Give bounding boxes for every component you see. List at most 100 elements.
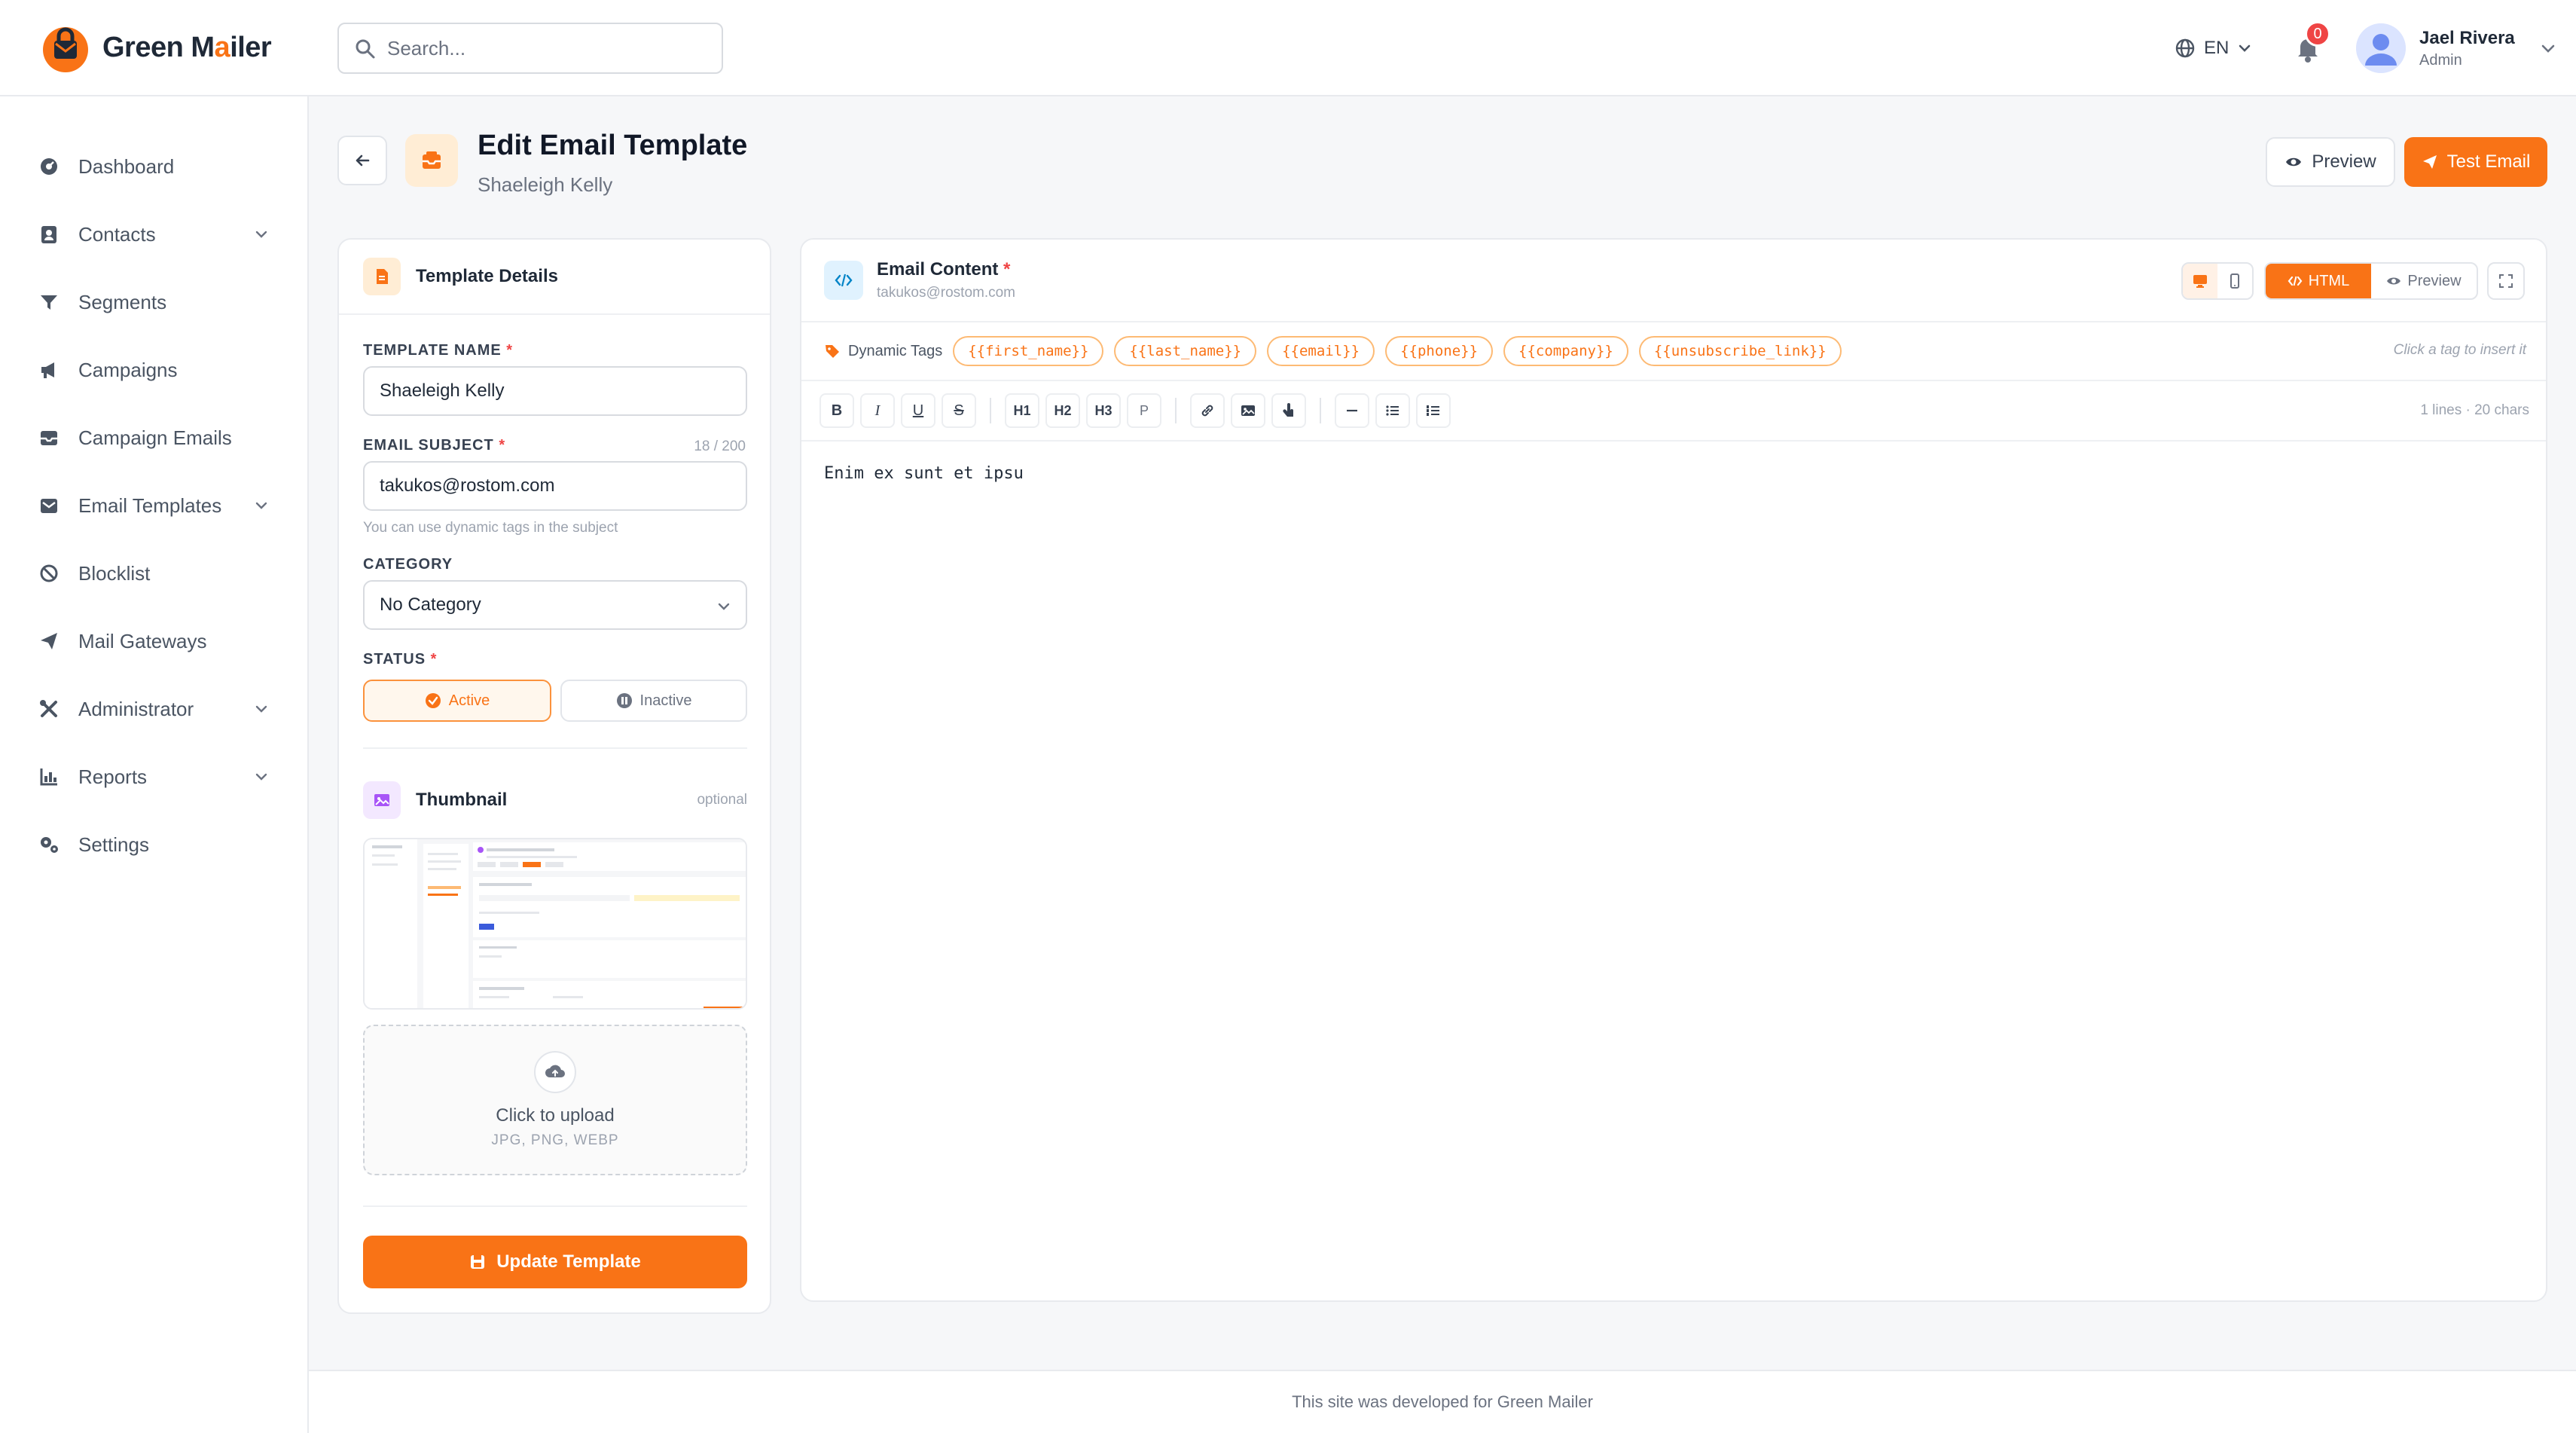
insert-button-button[interactable] (1271, 393, 1306, 428)
numbered-list-button[interactable] (1416, 393, 1451, 428)
search-box[interactable] (337, 23, 723, 74)
mobile-icon (2227, 273, 2243, 289)
heading-3-button[interactable]: H3 (1086, 393, 1121, 428)
template-name-label: TEMPLATE NAME * (363, 342, 514, 359)
horizontal-rule-button[interactable] (1335, 393, 1369, 428)
thumbnail-header: Thumbnail optional (363, 779, 747, 821)
desktop-icon (2192, 273, 2208, 289)
tags-hint: Click a tag to insert it (2393, 342, 2526, 358)
italic-button[interactable]: I (860, 393, 895, 428)
test-email-label: Test Email (2446, 151, 2531, 172)
filter-icon (38, 291, 60, 313)
tag-chip-unsubscribe-link[interactable]: {{unsubscribe_link}} (1638, 336, 1842, 366)
category-value: No Category (380, 594, 481, 615)
status-active-button[interactable]: Active (363, 680, 551, 722)
preview-button[interactable]: Preview (2266, 137, 2395, 187)
sidebar-item-contacts[interactable]: Contacts (0, 200, 307, 268)
chart-icon (38, 765, 60, 788)
tag-chip-company[interactable]: {{company}} (1503, 336, 1628, 366)
sidebar-item-blocklist[interactable]: Blocklist (0, 539, 307, 607)
footer: This site was developed for Green Mailer (309, 1370, 2576, 1433)
html-mode-label: HTML (2308, 272, 2350, 289)
dynamic-tags-label: Dynamic Tags (824, 343, 942, 360)
html-mode-button[interactable]: HTML (2266, 264, 2371, 298)
thumbnail-upload-dropzone[interactable]: Click to upload JPG, PNG, WEBP (363, 1025, 747, 1175)
save-icon (469, 1254, 486, 1270)
document-icon (363, 258, 401, 295)
heading-2-button[interactable]: H2 (1045, 393, 1080, 428)
sidebar-item-dashboard[interactable]: Dashboard (0, 133, 307, 200)
search-input[interactable] (387, 36, 722, 60)
sidebar-item-email-templates[interactable]: Email Templates (0, 472, 307, 539)
brand[interactable]: Green Mailer (0, 0, 309, 96)
cloud-upload-icon (534, 1051, 576, 1093)
email-subject-input[interactable]: takukos@rostom.com (363, 461, 747, 511)
paragraph-button[interactable]: P (1127, 393, 1161, 428)
sidebar-item-campaign-emails[interactable]: Campaign Emails (0, 404, 307, 472)
editor-content: Enim ex sunt et ipsu (824, 464, 1024, 483)
thumbnail-title: Thumbnail (416, 790, 508, 810)
test-email-button[interactable]: Test Email (2404, 137, 2547, 187)
chevron-down-icon (2539, 39, 2557, 57)
desktop-view-button[interactable] (2183, 264, 2217, 298)
sidebar-item-administrator[interactable]: Administrator (0, 675, 307, 743)
device-toggle (2181, 262, 2254, 300)
bullet-list-icon (1384, 402, 1401, 419)
status-inactive-button[interactable]: Inactive (560, 680, 747, 722)
sidebar-item-label: Segments (78, 290, 167, 313)
status-active-label: Active (448, 692, 490, 709)
gears-icon (38, 833, 60, 856)
mobile-view-button[interactable] (2217, 264, 2252, 298)
sidebar-item-mail-gateways[interactable]: Mail Gateways (0, 607, 307, 675)
insert-image-button[interactable] (1231, 393, 1265, 428)
underline-button[interactable]: U (901, 393, 935, 428)
email-content-card: Email Content * takukos@rostom.com HTML … (800, 238, 2547, 1302)
thumbnail-optional: optional (697, 792, 747, 808)
sidebar-item-label: Dashboard (78, 154, 175, 178)
template-name-value: Shaeleigh Kelly (380, 380, 505, 401)
html-editor-textarea[interactable]: Enim ex sunt et ipsu (824, 464, 1024, 483)
template-name-input[interactable]: Shaeleigh Kelly (363, 366, 747, 416)
subject-hint: You can use dynamic tags in the subject (363, 520, 618, 536)
email-template-icon (405, 134, 458, 187)
email-content-subtitle: takukos@rostom.com (877, 285, 1016, 301)
sidebar-item-label: Administrator (78, 697, 194, 720)
bold-button[interactable]: B (819, 393, 854, 428)
check-circle-icon (425, 692, 441, 709)
mailer-logo-icon (39, 21, 92, 74)
fullscreen-button[interactable] (2487, 262, 2525, 300)
image-icon (1240, 402, 1256, 419)
tag-chip-first-name[interactable]: {{first_name}} (953, 336, 1104, 366)
user-info: Jael Rivera Admin (2419, 28, 2515, 69)
category-label: CATEGORY (363, 556, 453, 573)
tag-chip-email[interactable]: {{email}} (1267, 336, 1375, 366)
language-selector[interactable]: EN (2174, 30, 2253, 66)
email-content-title: Email Content * (877, 259, 1011, 280)
strikethrough-button[interactable]: S (942, 393, 976, 428)
numbered-list-icon (1425, 402, 1442, 419)
page-title: Edit Email Template (478, 130, 748, 161)
sidebar-item-reports[interactable]: Reports (0, 743, 307, 811)
sidebar-item-settings[interactable]: Settings (0, 811, 307, 878)
back-button[interactable] (337, 136, 387, 185)
sidebar: Dashboard Contacts Segments Campaigns Ca… (0, 96, 309, 1433)
preview-mode-button[interactable]: Preview (2371, 264, 2477, 298)
tag-chip-phone[interactable]: {{phone}} (1385, 336, 1494, 366)
eye-icon (2285, 153, 2303, 171)
user-menu[interactable]: Jael Rivera Admin (2356, 21, 2557, 75)
category-select[interactable]: No Category (363, 580, 747, 630)
chevron-down-icon (2236, 40, 2253, 57)
bullet-list-button[interactable] (1375, 393, 1410, 428)
status-label: STATUS * (363, 651, 438, 668)
avatar (2356, 23, 2406, 73)
tag-chip-last-name[interactable]: {{last_name}} (1114, 336, 1257, 366)
insert-link-button[interactable] (1190, 393, 1225, 428)
sidebar-item-segments[interactable]: Segments (0, 268, 307, 336)
heading-1-button[interactable]: H1 (1005, 393, 1039, 428)
sidebar-item-label: Blocklist (78, 561, 151, 585)
update-template-button[interactable]: Update Template (363, 1236, 747, 1288)
pause-circle-icon (616, 692, 633, 709)
sidebar-item-campaigns[interactable]: Campaigns (0, 336, 307, 404)
user-role: Admin (2419, 51, 2462, 69)
contacts-icon (38, 223, 60, 246)
